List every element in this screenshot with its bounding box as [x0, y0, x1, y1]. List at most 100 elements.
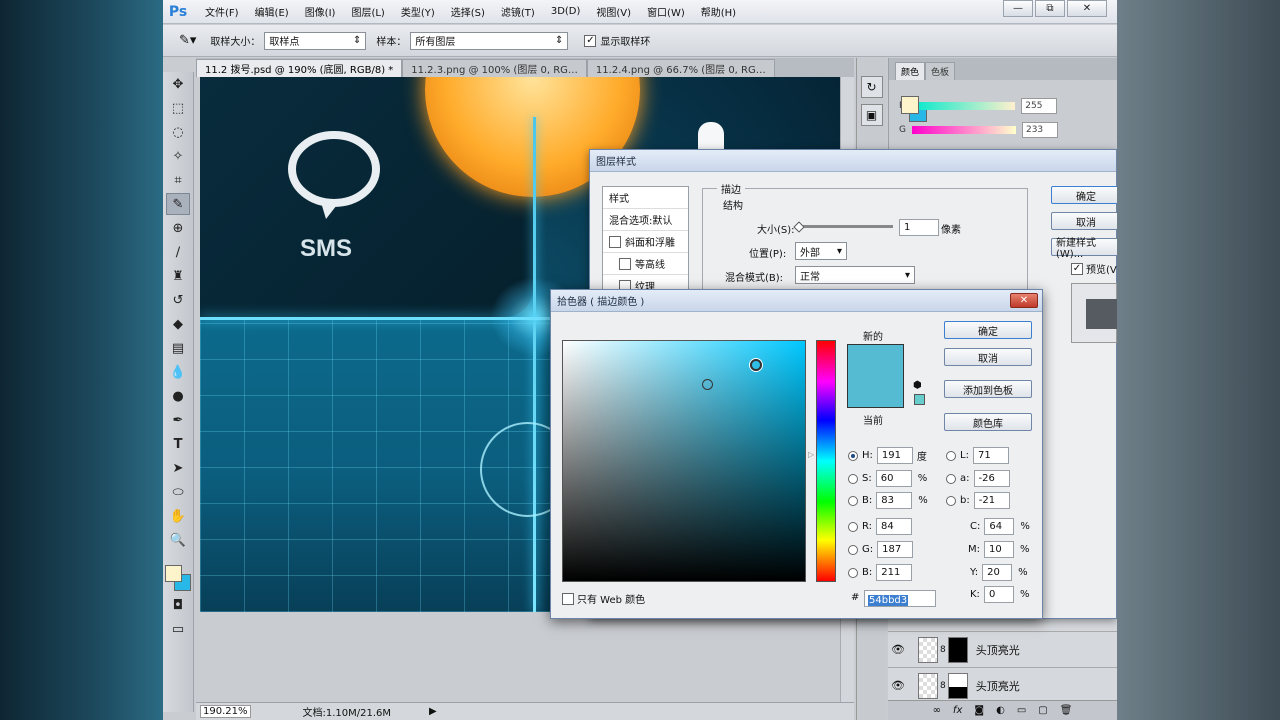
- quick-select-tool-icon[interactable]: ✧: [166, 145, 190, 167]
- color-libraries-button[interactable]: 颜色库: [944, 413, 1032, 431]
- ls-new-style-button[interactable]: 新建样式(W)...: [1051, 238, 1117, 260]
- g-radio[interactable]: [848, 544, 858, 555]
- brush-tool-icon[interactable]: ∕: [166, 241, 190, 263]
- layer-name[interactable]: 头顶亮光: [976, 678, 1020, 694]
- ellipse-tool-icon[interactable]: ⬭: [166, 481, 190, 503]
- blur-tool-icon[interactable]: 💧: [166, 361, 190, 383]
- g-input[interactable]: 187: [877, 541, 914, 558]
- y-input[interactable]: 20: [982, 564, 1013, 581]
- color-field[interactable]: [562, 340, 806, 582]
- lab-b-radio[interactable]: [946, 495, 956, 506]
- type-tool-icon[interactable]: T: [166, 433, 190, 455]
- menu-select[interactable]: 选择(S): [443, 4, 493, 19]
- tab-doc-1[interactable]: 11.2 拨号.psd @ 190% (底圆, RGB/8) *: [196, 59, 403, 77]
- ls-cancel-button[interactable]: 取消: [1051, 212, 1117, 230]
- m-input[interactable]: 10: [984, 541, 1014, 558]
- actions-panel-icon[interactable]: ▣: [860, 104, 883, 126]
- layer-row[interactable]: 👁 8 头顶亮光: [888, 632, 1117, 668]
- pen-tool-icon[interactable]: ✒: [166, 409, 190, 431]
- gradient-tool-icon[interactable]: ▤: [166, 337, 190, 359]
- hue-slider-arrow-icon[interactable]: ▷: [808, 450, 814, 459]
- eraser-tool-icon[interactable]: ◆: [166, 313, 190, 335]
- trash-icon[interactable]: 🗑: [1060, 705, 1073, 716]
- menu-filter[interactable]: 滤镜(T): [493, 4, 543, 19]
- blend-select[interactable]: 正常 ▾: [795, 266, 915, 284]
- layer-row[interactable]: 👁 8 头顶亮光: [888, 668, 1117, 704]
- menu-layer[interactable]: 图层(L): [343, 4, 392, 19]
- eye-icon[interactable]: 👁: [888, 643, 908, 656]
- panel-fg-swatch[interactable]: [901, 96, 919, 114]
- minimize-button[interactable]: —: [1003, 0, 1033, 17]
- adjustment-icon[interactable]: ◐: [996, 705, 1005, 716]
- zoom-tool-icon[interactable]: 🔍: [166, 529, 190, 551]
- lab-b-input[interactable]: -21: [973, 492, 1010, 509]
- r-value[interactable]: 255: [1021, 98, 1058, 114]
- bv-input[interactable]: 211: [876, 564, 913, 581]
- h-input[interactable]: 191: [876, 447, 913, 464]
- menu-type[interactable]: 类型(Y): [393, 4, 443, 19]
- s-input[interactable]: 60: [875, 470, 912, 487]
- color-field-marker[interactable]: [750, 359, 762, 371]
- contour-checkbox[interactable]: [619, 257, 631, 270]
- path-select-icon[interactable]: ➤: [166, 457, 190, 479]
- bevel-checkbox[interactable]: [609, 235, 621, 248]
- current-color-swatch[interactable]: [847, 376, 904, 408]
- mask-icon[interactable]: ◙: [974, 705, 984, 716]
- picker-cancel-button[interactable]: 取消: [944, 348, 1032, 366]
- r-radio[interactable]: [848, 521, 858, 532]
- fx-icon[interactable]: fx: [953, 705, 962, 716]
- crop-tool-icon[interactable]: ⌗: [166, 169, 190, 191]
- web-safe-swatch[interactable]: [914, 394, 925, 405]
- status-arrow-icon[interactable]: ▶: [429, 706, 437, 717]
- ls-item-blending[interactable]: 混合选项:默认: [603, 209, 688, 231]
- link-layers-icon[interactable]: ∞: [933, 705, 941, 716]
- tab-doc-2[interactable]: 11.2.3.png @ 100% (图层 0, RG…: [402, 59, 587, 77]
- menu-image[interactable]: 图像(I): [297, 4, 344, 19]
- cube-icon[interactable]: ⬢: [913, 380, 922, 391]
- g-value[interactable]: 233: [1021, 122, 1058, 138]
- r-input[interactable]: 84: [876, 518, 913, 535]
- c-input[interactable]: 64: [984, 518, 1015, 535]
- history-panel-icon[interactable]: ↻: [860, 76, 883, 98]
- eyedropper-tool-icon[interactable]: ✎▾: [179, 33, 196, 48]
- healing-tool-icon[interactable]: ⊕: [166, 217, 190, 239]
- b-input[interactable]: 83: [876, 492, 913, 509]
- close-icon[interactable]: ✕: [1010, 293, 1038, 308]
- h-radio[interactable]: [848, 450, 858, 461]
- tab-doc-3[interactable]: 11.2.4.png @ 66.7% (图层 0, RG…: [586, 59, 775, 77]
- k-input[interactable]: 0: [983, 586, 1014, 603]
- zoom-readout[interactable]: 190.21%: [200, 705, 251, 718]
- show-ring-checkbox[interactable]: ✓: [584, 34, 597, 47]
- size-slider-thumb[interactable]: [793, 221, 805, 233]
- r-slider[interactable]: [911, 102, 1016, 110]
- ls-ok-button[interactable]: 确定: [1051, 186, 1117, 204]
- quick-mask-icon[interactable]: ◘: [166, 594, 190, 616]
- bv-radio[interactable]: [848, 567, 858, 578]
- size-slider[interactable]: [797, 225, 893, 228]
- marquee-tool-icon[interactable]: ⬚: [166, 97, 190, 119]
- restore-button[interactable]: ⧉: [1035, 0, 1065, 17]
- hue-slider[interactable]: [816, 340, 836, 582]
- menu-window[interactable]: 窗口(W): [639, 4, 693, 19]
- menu-edit[interactable]: 编辑(E): [247, 4, 297, 19]
- ls-item-styles[interactable]: 样式: [603, 187, 688, 209]
- stamp-tool-icon[interactable]: ♜: [166, 265, 190, 287]
- lasso-tool-icon[interactable]: ◌: [166, 121, 190, 143]
- move-tool-icon[interactable]: ✥: [166, 73, 190, 95]
- b-radio[interactable]: [848, 495, 858, 506]
- tab-color[interactable]: 颜色: [895, 62, 926, 80]
- foreground-color[interactable]: [165, 565, 182, 582]
- new-layer-icon[interactable]: ▢: [1038, 705, 1047, 716]
- tab-swatches[interactable]: 色板: [925, 62, 956, 80]
- screen-mode-icon[interactable]: ▭: [166, 618, 190, 640]
- l-input[interactable]: 71: [972, 447, 1009, 464]
- preview-checkbox[interactable]: ✓: [1071, 262, 1083, 275]
- size-input[interactable]: 1: [899, 219, 939, 236]
- picker-ok-button[interactable]: 确定: [944, 321, 1032, 339]
- menu-view[interactable]: 视图(V): [588, 4, 639, 19]
- sample-size-select[interactable]: 取样点 ⇕: [264, 31, 367, 50]
- g-slider[interactable]: [911, 126, 1016, 134]
- dodge-tool-icon[interactable]: ●: [166, 385, 190, 407]
- folder-icon[interactable]: ▭: [1017, 705, 1026, 716]
- eye-icon[interactable]: 👁: [888, 679, 908, 692]
